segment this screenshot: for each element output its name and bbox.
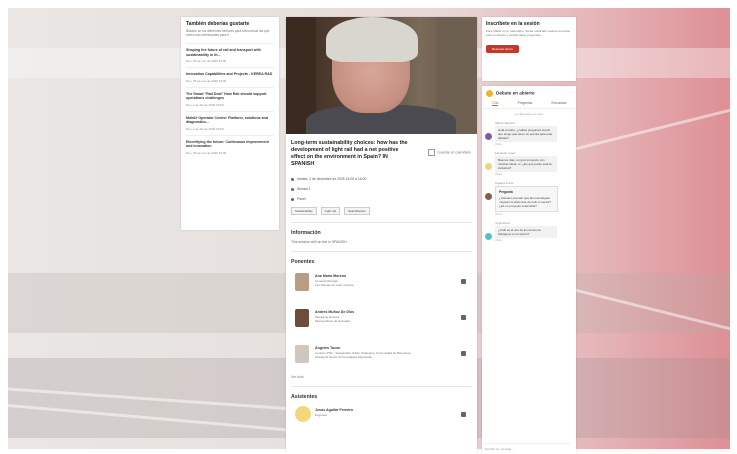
info-heading: Información [291, 230, 321, 236]
session-tags: Sustainability Light rail Spain/Iberian [291, 207, 472, 215]
speaker-card[interactable]: Andrés Muñoz De Dios Managing Director Me… [291, 309, 472, 337]
session-format: Panel [291, 197, 472, 201]
avatar [485, 163, 492, 170]
recommendation-item[interactable]: The Smart "Rail Deal" How Rail should su… [186, 86, 274, 111]
chat-tabs: Chat Preguntas Encuestas [482, 101, 576, 109]
speaker-card[interactable]: Ángeles Tocón Lecturer PhD - Sustainable… [291, 345, 472, 373]
poll-card[interactable]: Pregunta ¿Ustedes piensan que las tecnol… [495, 186, 558, 212]
attendees-heading: Asistentes [291, 394, 318, 400]
reserve-button[interactable]: Reservar ahora [486, 45, 519, 53]
poll-title: Pregunta [499, 190, 513, 194]
video-player[interactable] [286, 17, 477, 134]
linkedin-icon[interactable] [461, 412, 466, 417]
chat-intro: Los Mensajes son aquí [514, 112, 544, 116]
see-all-link[interactable]: Ver todo [291, 375, 472, 379]
linkedin-icon[interactable] [461, 315, 466, 320]
session-date: martes, 2 de diciembre de 2025 15:00 a 1… [291, 177, 472, 181]
chat-message: Alberto Ramírez Hola a todos, ¿cuáles pr… [485, 121, 573, 146]
calendar-icon [291, 177, 294, 181]
recommendation-item[interactable]: Mobile Operator Centre: Platform, soluti… [186, 110, 274, 135]
chat-panel: Debate en abierto Chat Preguntas Encuest… [482, 86, 576, 454]
checkbox-icon [428, 149, 436, 156]
chat-message: Jorge Pérez ¿Cuál es el uso de los trene… [485, 221, 573, 242]
register-title: Inscríbete en la sesión [486, 21, 540, 27]
tab-questions[interactable]: Preguntas [518, 101, 533, 106]
register-panel: Inscríbete en la sesión Para añadir en t… [482, 17, 576, 81]
recommendations-panel: También deberías gustarte Basado en los … [181, 17, 279, 230]
info-text: This session will run live in SPANISH [291, 240, 347, 244]
avatar [485, 133, 492, 140]
recommendations-subtitle: Basado en los diferentes sectores para s… [186, 29, 270, 37]
tag[interactable]: Light rail [320, 207, 340, 215]
speakers-heading: Ponentes [291, 259, 315, 265]
chat-header: Debate en abierto [482, 86, 576, 101]
avatar [485, 233, 492, 240]
save-to-calendar-checkbox[interactable]: Guardar en calendario [428, 149, 471, 156]
chat-message: Ángeles Tocón Pregunta ¿Ustedes piensan … [485, 181, 573, 216]
session-panel: Long-term sustainability choices: how ha… [286, 17, 477, 454]
avatar [295, 309, 309, 327]
chat-input[interactable]: Escribir un mensaje... [485, 443, 571, 451]
linkedin-icon[interactable] [461, 279, 466, 284]
format-icon [291, 197, 294, 201]
register-desc: Para añadir en tu calendario. Serás noti… [486, 29, 571, 37]
session-stage: Stream 1 [291, 187, 472, 191]
recommendations-title: También deberías gustarte [186, 21, 250, 27]
avatar [295, 273, 309, 291]
tab-polls[interactable]: Encuestas [551, 101, 566, 106]
avatar [295, 345, 309, 363]
avatar [295, 406, 311, 422]
tag[interactable]: Sustainability [291, 207, 317, 215]
location-icon [291, 187, 294, 191]
attendee-card[interactable]: Jesús Aguilar Ferreiro Engineer [291, 406, 472, 426]
recommendation-item[interactable]: Electrifying the future: Continuous impr… [186, 134, 274, 159]
live-icon [486, 90, 493, 97]
session-title: Long-term sustainability choices: how ha… [291, 140, 408, 167]
chat-message: Fernando López Buenos días, un gran proy… [485, 151, 573, 176]
tab-chat[interactable]: Chat [491, 101, 499, 106]
avatar [485, 193, 492, 200]
recommendation-item[interactable]: Shaping the future of rail and transport… [186, 43, 274, 67]
tag[interactable]: Spain/Iberian [343, 207, 370, 215]
speaker-card[interactable]: Ana María Moreno General Manager Las Palm… [291, 273, 472, 301]
recommendation-item[interactable]: Innovation Capabilities and Projects - K… [186, 67, 274, 87]
linkedin-icon[interactable] [461, 351, 466, 356]
